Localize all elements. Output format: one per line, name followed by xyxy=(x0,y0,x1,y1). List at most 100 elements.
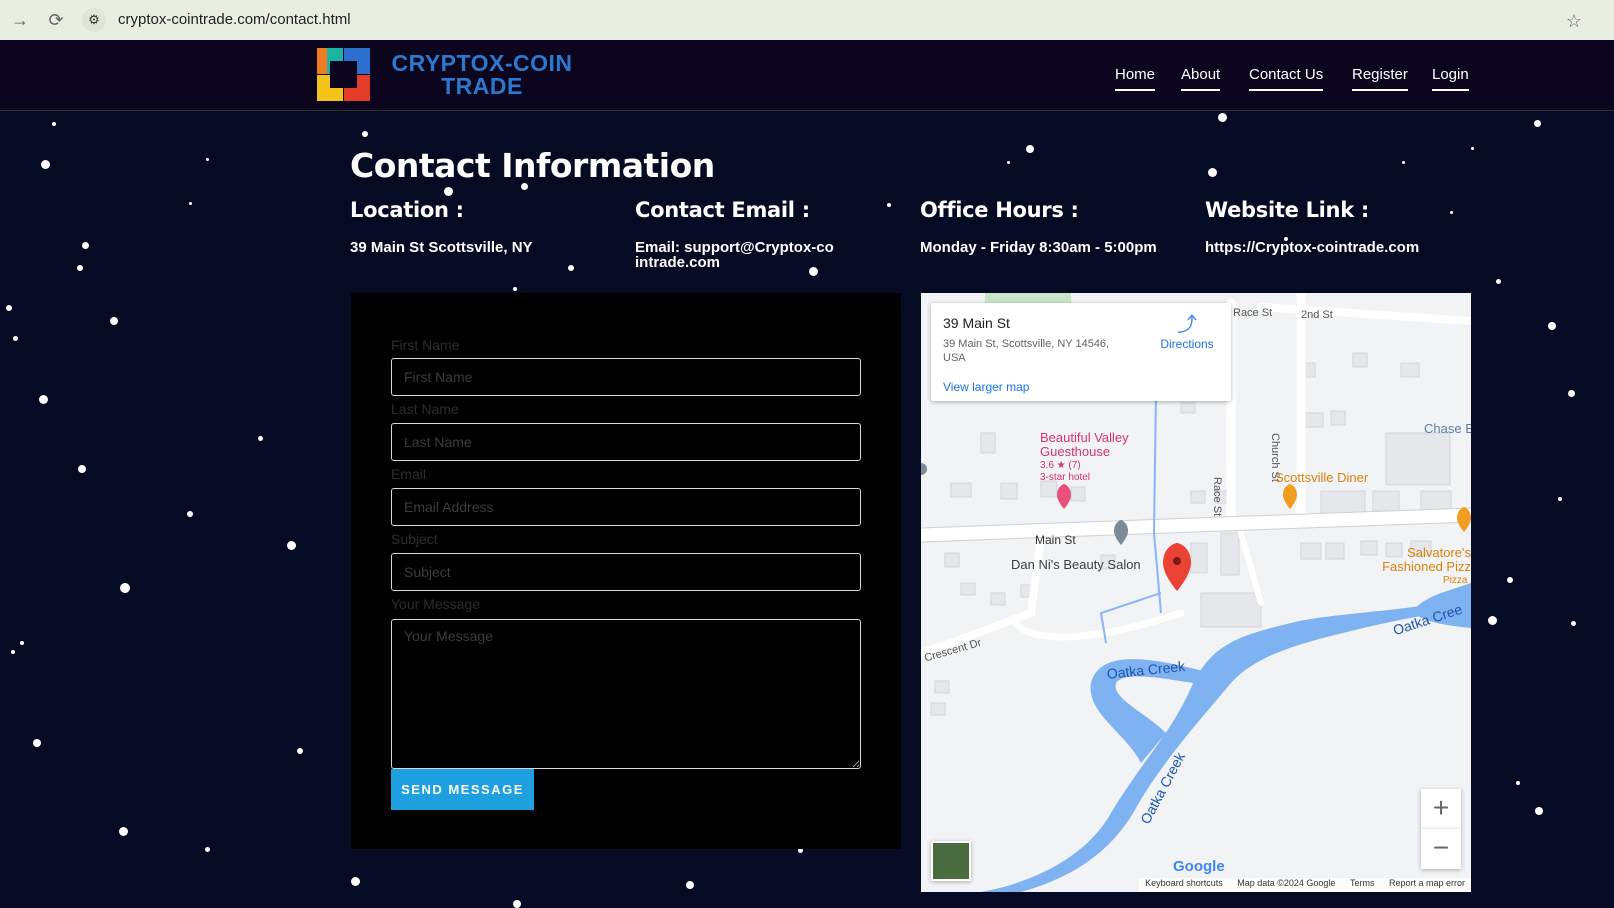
url-text[interactable]: cryptox-cointrade.com/contact.html xyxy=(118,11,351,28)
info-hours: Office Hours : Monday - Friday 8:30am - … xyxy=(920,198,1190,255)
info-value: Email: support@Cryptox-cointrade.com xyxy=(635,239,834,271)
star-decoration xyxy=(1026,145,1034,153)
star-decoration xyxy=(1207,167,1217,177)
message-textarea[interactable] xyxy=(391,619,861,769)
directions-icon[interactable]: ⤴ xyxy=(1157,313,1217,337)
star-decoration xyxy=(52,122,56,126)
star-decoration xyxy=(1470,146,1474,150)
map-label-pizza: Pizza xyxy=(1443,575,1468,586)
map-label-race-st: Race St xyxy=(1211,477,1223,517)
logo-line-2: TRADE xyxy=(441,73,523,99)
star-decoration xyxy=(1487,615,1497,625)
directions-label[interactable]: Directions xyxy=(1160,337,1213,351)
map-label-salvatore[interactable]: Salvatore's Fashioned Pizz xyxy=(1379,546,1471,574)
logo-icon[interactable] xyxy=(317,48,370,101)
embedded-map[interactable]: 39 Main St 39 Main St, Scottsville, NY 1… xyxy=(921,293,1471,892)
info-heading: Contact Email : xyxy=(635,198,810,222)
page-title: Contact Information xyxy=(350,146,715,185)
star-decoration xyxy=(38,394,48,404)
place-title: 39 Main St xyxy=(943,315,1010,331)
nav-register[interactable]: Register xyxy=(1352,66,1408,91)
view-larger-map-link[interactable]: View larger map xyxy=(943,380,1029,394)
browser-toolbar: → ⟳ ⚙ cryptox-cointrade.com/contact.html… xyxy=(0,0,1614,41)
info-website: Website Link : https://Cryptox-cointrade… xyxy=(1205,198,1485,255)
star-decoration xyxy=(1006,160,1010,164)
info-email: Contact Email : Email: support@Cryptox-c… xyxy=(635,198,835,270)
star-decoration xyxy=(887,203,891,207)
star-decoration xyxy=(78,465,86,473)
star-decoration xyxy=(568,265,574,271)
info-value: https://Cryptox-cointrade.com xyxy=(1205,239,1420,256)
star-decoration xyxy=(81,241,89,249)
info-location: Location : 39 Main St Scottsville, NY xyxy=(350,198,610,255)
map-footer: Keyboard shortcuts Map data ©2024 Google… xyxy=(1139,878,1471,892)
site-header: CRYPTOX-COIN TRADE Home About Contact Us… xyxy=(0,40,1614,111)
star-decoration xyxy=(40,159,50,169)
map-label-chase: Chase E xyxy=(1424,421,1471,436)
keyboard-shortcuts-link[interactable]: Keyboard shortcuts xyxy=(1145,878,1223,888)
email-label: Email xyxy=(391,466,427,482)
site-settings-icon[interactable]: ⚙ xyxy=(82,8,106,32)
google-logo: Google xyxy=(1173,858,1225,875)
nav-about[interactable]: About xyxy=(1181,66,1221,91)
star-decoration xyxy=(1570,620,1576,626)
address-bar[interactable]: ⚙ cryptox-cointrade.com/contact.html ☆ xyxy=(82,4,1582,36)
star-decoration xyxy=(77,265,83,271)
last-name-label: Last Name xyxy=(391,401,459,417)
first-name-label: First Name xyxy=(391,337,460,353)
map-label-guesthouse-type: 3-star hotel xyxy=(1040,472,1091,483)
star-decoration xyxy=(1558,497,1562,501)
star-decoration xyxy=(188,201,192,205)
subject-input[interactable] xyxy=(391,553,861,591)
first-name-input[interactable] xyxy=(391,358,861,396)
logo-text[interactable]: CRYPTOX-COIN TRADE xyxy=(377,52,587,98)
star-decoration xyxy=(257,435,263,441)
terms-link[interactable]: Terms xyxy=(1350,878,1375,888)
star-decoration xyxy=(118,826,128,836)
report-map-error-link[interactable]: Report a map error xyxy=(1389,878,1465,888)
nav-login[interactable]: Login xyxy=(1432,66,1469,91)
map-label-2nd-st: 2nd St xyxy=(1301,309,1333,321)
forward-arrow-icon[interactable]: → xyxy=(8,8,32,32)
star-decoration xyxy=(33,739,41,747)
nav-contact-us[interactable]: Contact Us xyxy=(1249,66,1324,91)
email-input[interactable] xyxy=(391,488,861,526)
satellite-toggle-button[interactable] xyxy=(931,841,971,881)
map-data-credit: Map data ©2024 Google xyxy=(1237,878,1336,888)
star-decoration xyxy=(20,641,24,645)
star-decoration xyxy=(187,511,193,517)
info-value: Monday - Friday 8:30am - 5:00pm xyxy=(920,239,1157,256)
star-decoration xyxy=(686,881,694,889)
map-place-card: 39 Main St 39 Main St, Scottsville, NY 1… xyxy=(931,303,1231,401)
star-decoration xyxy=(350,876,360,886)
star-decoration xyxy=(1401,160,1405,164)
place-address: 39 Main St, Scottsville, NY 14546, USA xyxy=(943,338,1110,364)
star-decoration xyxy=(286,540,296,550)
star-decoration xyxy=(1217,112,1227,122)
directions-button[interactable]: ⤴ Directions xyxy=(1157,313,1217,351)
send-message-button[interactable]: SEND MESSAGE xyxy=(391,769,534,810)
star-decoration xyxy=(1535,807,1543,815)
zoom-in-button[interactable]: + xyxy=(1421,789,1461,829)
map-label-salon[interactable]: Dan Ni's Beauty Salon xyxy=(1011,557,1141,572)
star-decoration xyxy=(362,131,368,137)
star-decoration xyxy=(11,650,15,654)
star-decoration xyxy=(513,287,517,291)
star-decoration xyxy=(1507,577,1513,583)
star-decoration xyxy=(297,748,303,754)
star-decoration xyxy=(1548,322,1556,330)
star-decoration xyxy=(1533,119,1541,127)
nav-home[interactable]: Home xyxy=(1115,66,1156,91)
star-decoration xyxy=(204,846,210,852)
map-label-diner[interactable]: Scottsville Diner xyxy=(1275,470,1368,485)
last-name-input[interactable] xyxy=(391,423,861,461)
map-label-guesthouse[interactable]: Beautiful Valley Guesthouse xyxy=(1040,431,1150,459)
map-label-guesthouse-rating: 3.6 ★ (7) xyxy=(1040,460,1081,471)
star-decoration xyxy=(1516,781,1520,785)
zoom-out-button[interactable]: − xyxy=(1421,829,1461,869)
reload-icon[interactable]: ⟳ xyxy=(44,8,68,32)
bookmark-star-icon[interactable]: ☆ xyxy=(1566,11,1582,32)
info-heading: Website Link : xyxy=(1205,198,1369,222)
star-decoration xyxy=(110,317,118,325)
star-decoration xyxy=(1495,278,1501,284)
